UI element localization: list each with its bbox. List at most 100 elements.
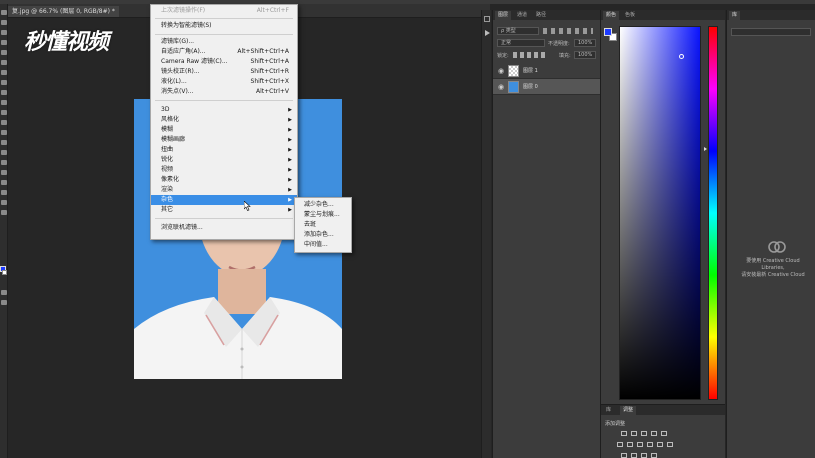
document-tab[interactable]: 复.jpg @ 66.7% (图层 0, RGB/8#) *	[8, 6, 119, 17]
tab-libraries-right[interactable]: 库	[729, 11, 741, 20]
pen-tool-icon[interactable]	[1, 150, 7, 155]
hue-slider-handle[interactable]	[704, 147, 707, 151]
dodge-tool-icon[interactable]	[1, 140, 7, 145]
quick-mask-icon[interactable]	[1, 290, 7, 295]
screen-mode-icon[interactable]	[1, 300, 7, 305]
tab-color[interactable]: 颜色	[603, 11, 620, 20]
library-select[interactable]	[731, 28, 811, 36]
path-select-tool-icon[interactable]	[1, 170, 7, 175]
visibility-eye-icon[interactable]: ◉	[498, 67, 504, 75]
menu-item-convert-smart-filter[interactable]: 转换为智能滤镜(S)	[151, 21, 297, 31]
color-picker-field[interactable]	[619, 26, 701, 400]
adjustments-heading: 添加调整	[605, 421, 626, 427]
menu-item-distort[interactable]: 扭曲 ▶	[151, 145, 297, 155]
layer-filter-icons[interactable]	[543, 28, 593, 34]
channel-mixer-icon[interactable]	[657, 442, 663, 447]
exposure-icon[interactable]	[651, 431, 657, 436]
menu-item-other[interactable]: 其它 ▶	[151, 205, 297, 215]
brightness-contrast-icon[interactable]	[621, 431, 627, 436]
blur-tool-icon[interactable]	[1, 130, 7, 135]
layer-row[interactable]: ◉ 图层 1	[493, 63, 600, 79]
hue-saturation-icon[interactable]	[617, 442, 623, 447]
submenu-arrow-icon: ▶	[288, 167, 292, 173]
visibility-eye-icon[interactable]: ◉	[498, 83, 504, 91]
lasso-tool-icon[interactable]	[1, 30, 7, 35]
posterize-icon[interactable]	[631, 453, 637, 458]
menu-item-noise[interactable]: 杂色 ▶	[151, 195, 297, 205]
menu-item-render[interactable]: 渲染 ▶	[151, 185, 297, 195]
menu-item-sharpen[interactable]: 锐化 ▶	[151, 155, 297, 165]
submenu-item-add-noise[interactable]: 添加杂色...	[295, 230, 351, 240]
eraser-tool-icon[interactable]	[1, 110, 7, 115]
brush-tool-icon[interactable]	[1, 80, 7, 85]
tab-layers[interactable]: 图层	[495, 11, 512, 20]
color-panel-tabs: 颜色 色板	[601, 10, 725, 20]
zoom-tool-icon[interactable]	[1, 200, 7, 205]
quick-select-tool-icon[interactable]	[1, 40, 7, 45]
menu-item-blur[interactable]: 模糊 ▶	[151, 125, 297, 135]
tab-channels[interactable]: 通道	[514, 11, 530, 20]
hue-slider[interactable]	[708, 26, 718, 400]
menu-item-label: Camera Raw 滤镜(C)...	[161, 58, 228, 65]
color-lookup-icon[interactable]	[667, 442, 673, 447]
history-panel-icon[interactable]	[484, 16, 490, 22]
layer-name: 图层 0	[523, 84, 538, 90]
gradient-tool-icon[interactable]	[1, 120, 7, 125]
libraries-message-line1: 要使用 Creative Cloud Libraries,	[746, 258, 800, 271]
menu-item-stylize[interactable]: 风格化 ▶	[151, 115, 297, 125]
menu-item-browse-online-filters[interactable]: 浏览联机滤镜...	[151, 223, 297, 233]
type-tool-icon[interactable]	[1, 160, 7, 165]
levels-icon[interactable]	[631, 431, 637, 436]
menu-item-label: 扭曲	[161, 146, 174, 153]
menu-item-blur-gallery[interactable]: 模糊画廊 ▶	[151, 135, 297, 145]
menu-item-vanishing-point[interactable]: 消失点(V)... Alt+Ctrl+V	[151, 87, 297, 97]
color-balance-icon[interactable]	[627, 442, 633, 447]
submenu-item-reduce-noise[interactable]: 减少杂色...	[295, 200, 351, 210]
blend-mode-select[interactable]: 正常	[497, 39, 545, 47]
submenu-arrow-icon: ▶	[288, 117, 292, 123]
menu-item-video[interactable]: 视频 ▶	[151, 165, 297, 175]
move-tool-icon[interactable]	[1, 10, 7, 15]
opacity-input[interactable]: 100%	[574, 39, 596, 47]
tab-paths[interactable]: 路径	[533, 11, 549, 20]
foreground-color-swatch[interactable]	[604, 28, 612, 36]
black-white-icon[interactable]	[637, 442, 643, 447]
eyedropper-tool-icon[interactable]	[1, 60, 7, 65]
tab-libraries[interactable]: 库	[603, 406, 614, 415]
submenu-item-despeckle[interactable]: 去斑	[295, 220, 351, 230]
curves-icon[interactable]	[641, 431, 647, 436]
menu-item-filter-gallery[interactable]: 滤镜库(G)...	[151, 37, 297, 47]
submenu-item-median[interactable]: 中间值...	[295, 240, 351, 250]
menu-item-3d[interactable]: 3D ▶	[151, 105, 297, 115]
submenu-item-dust-scratches[interactable]: 蒙尘与划痕...	[295, 210, 351, 220]
tab-swatches[interactable]: 色板	[622, 11, 638, 20]
marquee-tool-icon[interactable]	[1, 20, 7, 25]
history-brush-tool-icon[interactable]	[1, 100, 7, 105]
threshold-icon[interactable]	[641, 453, 647, 458]
gradient-map-icon[interactable]	[651, 453, 657, 458]
menu-item-liquify[interactable]: 液化(L)... Shift+Ctrl+X	[151, 77, 297, 87]
actions-play-icon[interactable]	[485, 30, 490, 36]
healing-tool-icon[interactable]	[1, 70, 7, 75]
hand-tool-icon[interactable]	[1, 190, 7, 195]
shape-tool-icon[interactable]	[1, 180, 7, 185]
vibrance-icon[interactable]	[661, 431, 667, 436]
invert-icon[interactable]	[621, 453, 627, 458]
menu-item-adaptive-wide-angle[interactable]: 自适应广角(A)... Alt+Shift+Ctrl+A	[151, 47, 297, 57]
menu-item-pixelate[interactable]: 像素化 ▶	[151, 175, 297, 185]
lock-icons[interactable]	[513, 52, 547, 58]
layer-row[interactable]: ◉ 图层 0	[493, 79, 600, 95]
fill-input[interactable]: 100%	[574, 51, 596, 59]
menu-item-camera-raw[interactable]: Camera Raw 滤镜(C)... Shift+Ctrl+A	[151, 57, 297, 67]
layer-kind-filter[interactable]: ρ 类型	[497, 27, 539, 35]
tab-adjustments[interactable]: 调整	[620, 406, 637, 415]
crop-tool-icon[interactable]	[1, 50, 7, 55]
menu-item-label: 模糊	[161, 126, 174, 133]
more-tools-icon[interactable]	[1, 210, 7, 215]
stamp-tool-icon[interactable]	[1, 90, 7, 95]
background-color-icon[interactable]	[2, 270, 7, 275]
menu-item-lens-correction[interactable]: 镜头校正(R)... Shift+Ctrl+R	[151, 67, 297, 77]
color-picker-marker[interactable]	[679, 54, 684, 59]
photo-filter-icon[interactable]	[647, 442, 653, 447]
menu-item-label: 滤镜库(G)...	[161, 38, 195, 45]
